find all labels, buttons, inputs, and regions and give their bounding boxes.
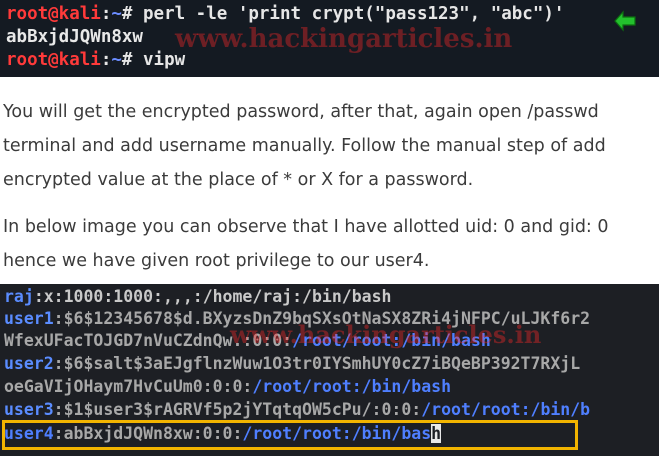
terminal-crypt-command: root@kali:~# perl -le 'print crypt("pass…: [0, 0, 659, 77]
passwd-line-user1: user1:$6$12345678$d.BXyzsDnZ9bqSXsOtNaSX…: [4, 308, 590, 330]
passwd-hash: oeGaVIjOHaym7HvCuUm0:0:0:: [4, 377, 253, 396]
paragraph-root-privilege: In below image you can observe that I ha…: [3, 210, 609, 278]
paragraph-line: terminal and add username manually. Foll…: [3, 136, 606, 156]
prompt-separator: :: [100, 50, 112, 70]
passwd-line-raj: raj:x:1000:1000:,,,:/home/raj:/bin/bash: [4, 286, 391, 308]
passwd-line-user2: user2:$6$salt$3aEJgflnzWuw1O3tr0IYSmhUY0…: [4, 353, 580, 375]
username: user1: [4, 309, 54, 328]
passwd-hash: :$1$user3$rAGRVf5p2jYTqtqOW5cPu/:0:0:: [53, 400, 422, 419]
passwd-fields: :x:1000:1000:,,,:/home/raj:/bin/bash: [33, 287, 392, 306]
passwd-line-user3: user3:$1$user3$rAGRVf5p2jYTqtqOW5cPu/:0:…: [4, 399, 590, 421]
prompt-symbol: #: [121, 4, 133, 24]
prompt-user-host: root@kali: [6, 50, 101, 70]
perl-command: perl -le 'print crypt("pass123", "abc")': [132, 4, 565, 24]
paragraph-line: hence we have given root privilege to ou…: [3, 251, 430, 271]
prompt-path: ~: [111, 50, 122, 70]
passwd-hash: :$6$salt$3aEJgflnzWuw1O3tr0IYSmhUY0cZ7iB…: [53, 354, 581, 373]
arrow-left-icon: [614, 10, 636, 32]
vipw-command: vipw: [132, 50, 186, 70]
terminal-line-perl: root@kali:~# perl -le 'print crypt("pass…: [6, 3, 564, 25]
prompt-path: ~: [111, 4, 122, 24]
watermark: www.hackingarticles.in: [175, 24, 513, 54]
prompt-separator: :: [100, 4, 112, 24]
home-shell-path: /root/root:/bin/bash: [292, 331, 491, 350]
username: user3: [4, 400, 54, 419]
passwd-line-user2-cont: oeGaVIjOHaym7HvCuUm0:0:0:/root/root:/bin…: [4, 376, 451, 398]
paragraph-line: You will get the encrypted password, aft…: [3, 102, 599, 122]
paragraph-line: encrypted value at the place of * or X f…: [3, 170, 474, 190]
username: user2: [4, 354, 54, 373]
home-shell-path: /root/root:/bin/b: [421, 400, 591, 419]
username: raj: [4, 287, 34, 306]
passwd-hash: :$6$12345678$d.BXyzsDnZ9bqSXsOtNaSX8ZRi4…: [53, 309, 591, 328]
paragraph-line: In below image you can observe that I ha…: [3, 217, 609, 237]
passwd-line-user1-cont: WfexUFacTOJGD7nVuCZdnQw.:0:0:/root/root:…: [4, 330, 491, 352]
terminal-line-vipw: root@kali:~# vipw: [6, 49, 185, 71]
terminal-passwd-file: raj:x:1000:1000:,,,:/home/raj:/bin/bash …: [0, 284, 659, 456]
highlight-box-user4: [2, 420, 578, 450]
prompt-user-host: root@kali: [6, 4, 101, 24]
crypt-output: abBxjdJQWn8xw: [6, 27, 143, 47]
prompt-symbol: #: [121, 50, 133, 70]
passwd-hash: WfexUFacTOJGD7nVuCZdnQw.:0:0:: [4, 331, 293, 350]
paragraph-encrypted-password: You will get the encrypted password, aft…: [3, 95, 606, 197]
home-shell-path: /root/root:/bin/bash: [252, 377, 452, 396]
